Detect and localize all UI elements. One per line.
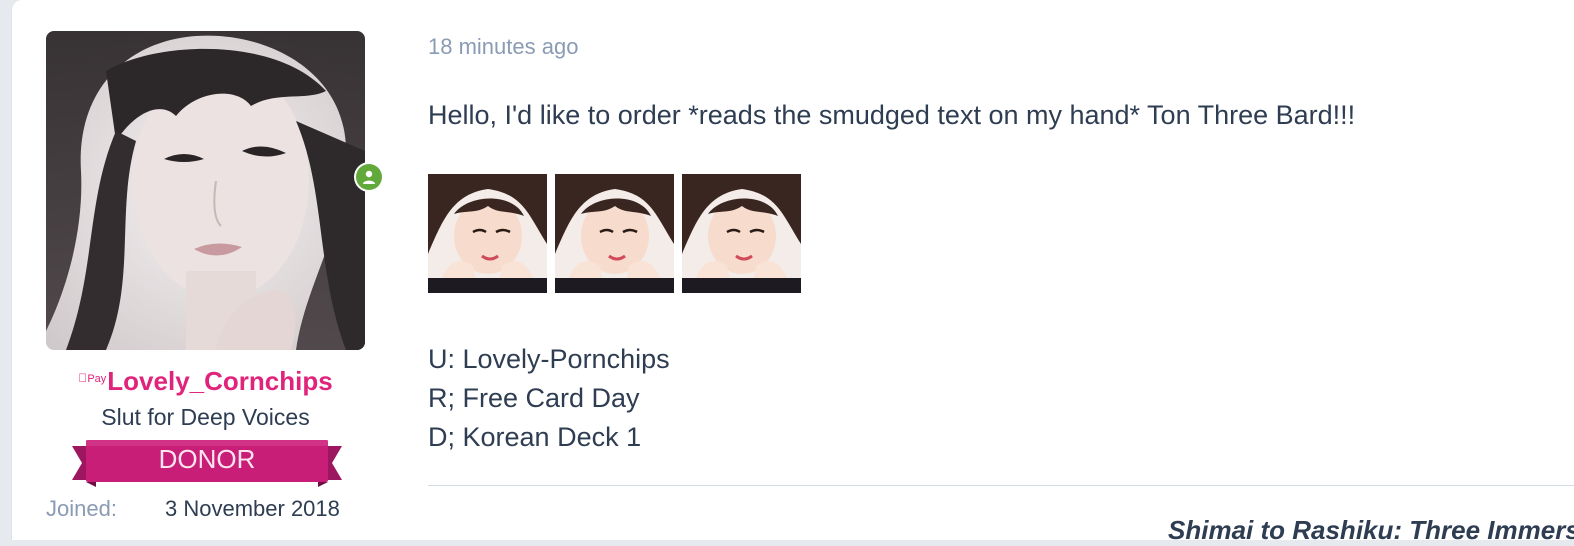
online-status-indicator (354, 162, 384, 192)
post-message: Hello, I'd like to order *reads the smud… (428, 100, 1356, 130)
avatar-photo (46, 31, 365, 350)
order-reason-line: R; Free Card Day (428, 383, 640, 413)
joined-label: Joined: (46, 496, 117, 521)
username-row: PayLovely_Cornchips (46, 366, 365, 397)
avatar[interactable] (46, 31, 365, 350)
attached-images (428, 174, 801, 293)
user-title: Slut for Deep Voices (101, 404, 310, 430)
joined-date: 3 November 2018 (165, 496, 340, 521)
signature-divider (428, 485, 1574, 486)
order-details: U: Lovely-Pornchips R; Free Card Day D; … (428, 340, 670, 457)
card-thumbnail-1[interactable] (428, 174, 547, 293)
apple-pay-badge: Pay (78, 371, 106, 385)
username-link[interactable]: Lovely_Cornchips (107, 366, 332, 396)
message-post: PayLovely_Cornchips Slut for Deep Voice… (12, 0, 1574, 545)
order-user-line: U: Lovely-Pornchips (428, 344, 670, 374)
order-deck-line: D; Korean Deck 1 (428, 422, 642, 452)
apple-logo-icon:  (78, 371, 87, 385)
donor-banner-label: DONOR (158, 444, 256, 474)
signature-link[interactable]: Shimai to Rashiku: Three Immersions (1168, 515, 1574, 546)
card-thumbnail-2[interactable] (555, 174, 674, 293)
post-timestamp[interactable]: 18 minutes ago (428, 34, 578, 60)
apple-pay-label: Pay (82, 373, 106, 385)
user-online-icon (356, 164, 382, 190)
card-thumbnail-3[interactable] (682, 174, 801, 293)
